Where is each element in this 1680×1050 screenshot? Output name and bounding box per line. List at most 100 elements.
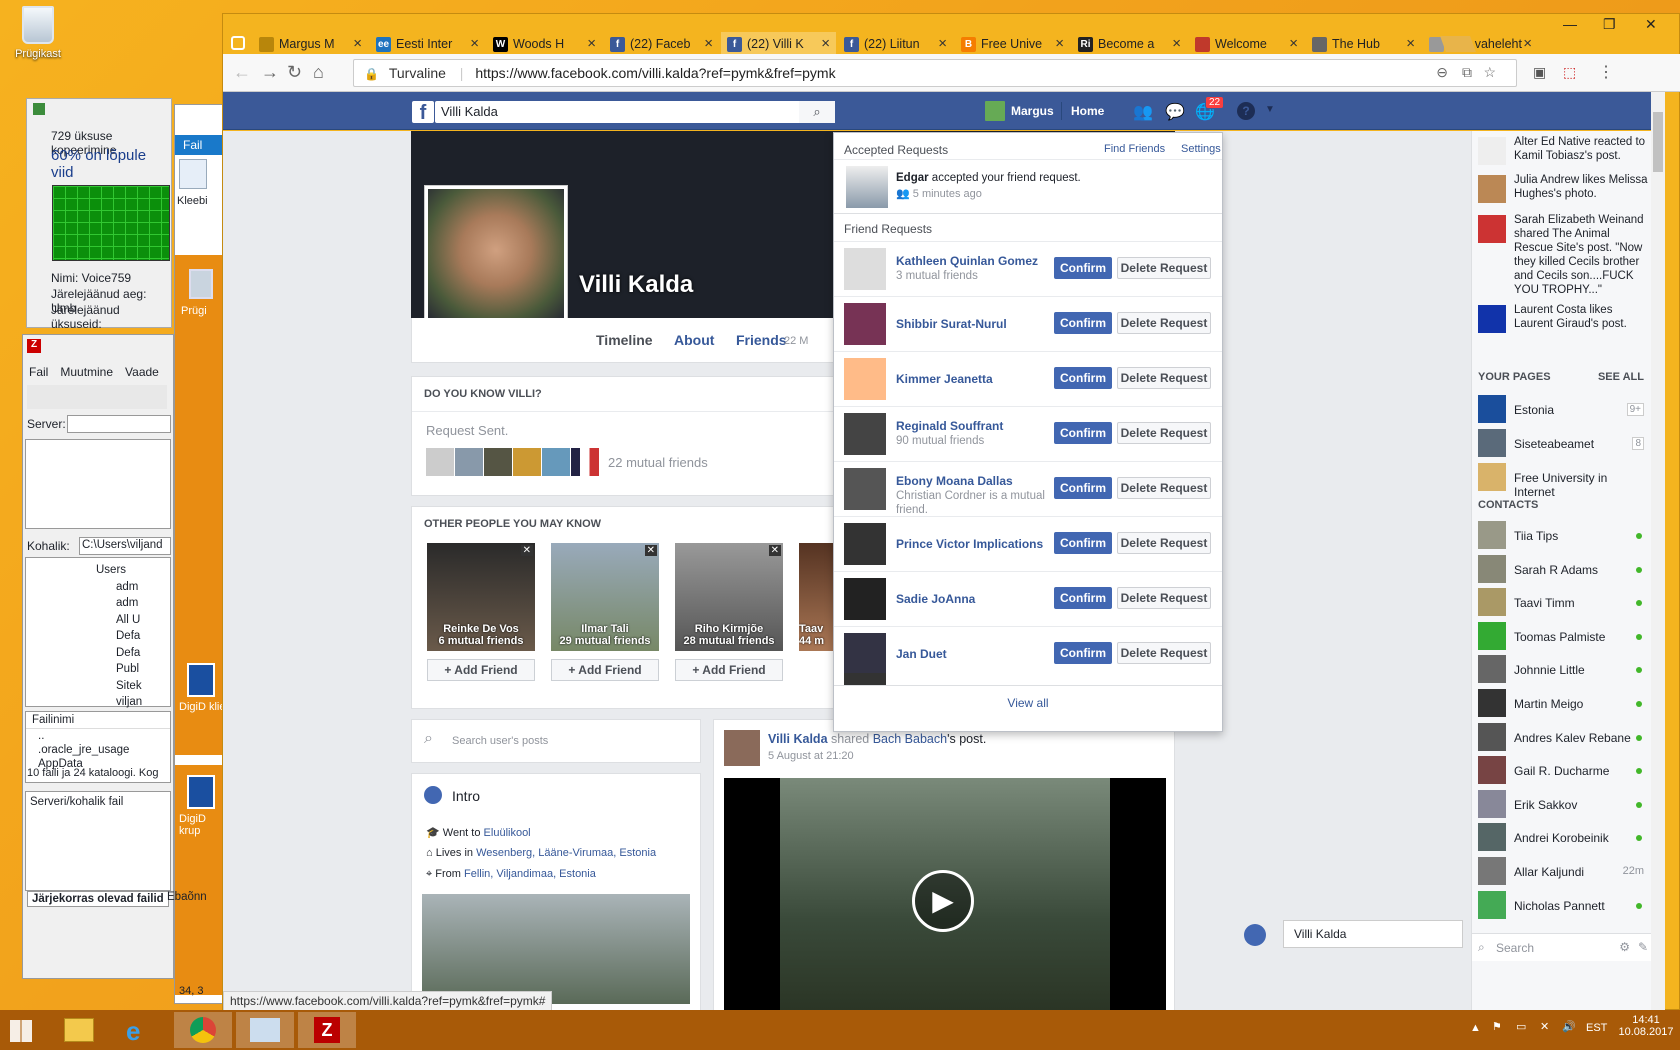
maximize-button[interactable]: ❐	[1603, 16, 1616, 33]
tray-icon[interactable]: ✕	[1540, 1020, 1549, 1033]
profile-picture[interactable]	[425, 186, 567, 328]
confirm-button[interactable]: Confirm	[1054, 477, 1112, 499]
delete-request-button[interactable]: Delete Request	[1117, 367, 1211, 389]
contact-item[interactable]: Andres Kalev Rebane	[1478, 722, 1648, 753]
ribbon-file-tab[interactable]: Fail	[175, 135, 229, 155]
close-tab-icon[interactable]: ×	[821, 35, 830, 52]
requester-name[interactable]: Kathleen Quinlan Gomez	[896, 254, 1038, 268]
taskbar-filezilla[interactable]: Z	[298, 1012, 356, 1048]
tray-icon[interactable]: ⚑	[1492, 1020, 1502, 1033]
volume-icon[interactable]: 🔊	[1562, 1020, 1576, 1033]
search-posts-card[interactable]: ⌕ Search user's posts	[411, 719, 701, 763]
ticker-item[interactable]: Alter Ed Native reacted to Kamil Tobiasz…	[1478, 135, 1648, 165]
taskbar-explorer[interactable]	[50, 1012, 108, 1048]
file-row[interactable]: .oracle_jre_usage	[26, 743, 170, 757]
add-friend-button[interactable]: + Add Friend	[551, 659, 659, 681]
pymk-name[interactable]: Reinke De Vos	[427, 623, 535, 635]
tree-item[interactable]: Defa	[96, 645, 170, 662]
post-author-avatar[interactable]	[724, 730, 760, 766]
requester-name[interactable]: Kimmer Jeanetta	[896, 372, 993, 386]
zoom-icon[interactable]: ⊖	[1436, 64, 1448, 81]
tab-friends[interactable]: Friends	[736, 332, 787, 348]
add-friend-button[interactable]: + Add Friend	[675, 659, 783, 681]
close-window-button[interactable]: ✕	[1645, 16, 1657, 33]
home-icon[interactable]: ⌂	[313, 62, 324, 83]
tab-queued[interactable]: Järjekorras olevad failid	[27, 891, 169, 907]
page-item[interactable]: Estonia 9+	[1478, 395, 1648, 425]
play-icon[interactable]: ▶	[912, 870, 974, 932]
close-tab-icon[interactable]: ×	[1406, 35, 1415, 52]
post-author[interactable]: Villi Kalda	[768, 732, 828, 746]
close-tab-icon[interactable]: ×	[1172, 35, 1181, 52]
close-tab-icon[interactable]: ×	[470, 35, 479, 52]
address-bar[interactable]: 🔒 Turvaline | https://www.facebook.com/v…	[353, 59, 1517, 87]
back-icon[interactable]: ←	[233, 62, 251, 83]
delete-request-button[interactable]: Delete Request	[1117, 532, 1211, 554]
contact-item[interactable]: Erik Sakkov	[1478, 789, 1648, 820]
fb-user-name[interactable]: Margus	[1011, 104, 1054, 118]
close-tab-icon[interactable]: ×	[938, 35, 947, 52]
avatar[interactable]	[844, 468, 886, 510]
tray-up-arrow-icon[interactable]: ▲	[1470, 1022, 1481, 1034]
requester-name[interactable]: Ebony Moana Dallas	[896, 474, 1013, 488]
paste-label[interactable]: Kleebi	[177, 195, 208, 207]
translate-icon[interactable]: ⧉	[1462, 64, 1472, 81]
page-item[interactable]: Siseteabeamet 8	[1478, 429, 1648, 459]
extension-icon[interactable]: ▣	[1533, 64, 1546, 81]
fb-home-link[interactable]: Home	[1071, 104, 1104, 118]
delete-request-button[interactable]: Delete Request	[1117, 587, 1211, 609]
delete-request-button[interactable]: Delete Request	[1117, 257, 1211, 279]
pymk-photo[interactable]: ✕ Riho Kirmjõe 28 mutual friends	[675, 543, 783, 651]
taskbar-ie[interactable]: e	[112, 1012, 170, 1048]
tab-about[interactable]: About	[674, 332, 714, 348]
confirm-button[interactable]: Confirm	[1054, 422, 1112, 444]
ticker-item[interactable]: Julia Andrew likes Melissa Hughes's phot…	[1478, 173, 1648, 203]
profile-name[interactable]: Villi Kalda	[579, 271, 693, 299]
tree-item[interactable]: All U	[96, 612, 170, 629]
new-tab-button[interactable]	[1440, 36, 1476, 52]
pymk-photo[interactable]: ✕ Reinke De Vos 6 mutual friends	[427, 543, 535, 651]
messages-icon[interactable]: 💬	[1165, 102, 1185, 122]
account-menu-icon[interactable]: ▼	[1265, 104, 1275, 115]
from-link[interactable]: Fellin, Viljandimaa, Estonia	[464, 868, 596, 880]
contact-item[interactable]: Tiia Tips	[1478, 521, 1648, 551]
windows-start-icon[interactable]	[10, 1020, 32, 1042]
tree-item[interactable]: Publ	[96, 661, 170, 678]
avatar[interactable]	[985, 101, 1005, 121]
scrollbar-thumb[interactable]	[1653, 112, 1663, 172]
friend-requests-icon[interactable]: 👥	[1133, 102, 1153, 122]
fb-logo-icon[interactable]: f	[412, 101, 434, 124]
chat-search-input[interactable]: Search	[1496, 941, 1534, 955]
ticker-item[interactable]: Laurent Costa likes Laurent Giraud's pos…	[1478, 303, 1648, 333]
avatar[interactable]	[844, 248, 886, 290]
delete-request-button[interactable]: Delete Request	[1117, 477, 1211, 499]
local-path-input[interactable]: C:\Users\viljand	[79, 537, 171, 555]
mutual-friends-count[interactable]: 22 mutual friends	[608, 455, 708, 470]
pymk-name[interactable]: Taav	[799, 623, 833, 635]
post-shared-from[interactable]: Bach Babach	[873, 732, 947, 746]
minimize-button[interactable]: —	[1563, 16, 1577, 32]
chat-globe-icon[interactable]	[1244, 924, 1266, 946]
tree-item[interactable]: adm	[96, 595, 170, 612]
col-filename[interactable]: Failinimi	[26, 712, 170, 729]
contact-item[interactable]: Johnnie Little	[1478, 655, 1648, 685]
contact-item[interactable]: Taavi Timm	[1478, 588, 1648, 618]
server-input[interactable]	[67, 415, 171, 433]
ticker-item[interactable]: Sarah Elizabeth Weinand shared The Anima…	[1478, 213, 1648, 297]
close-tab-icon[interactable]: ×	[353, 35, 362, 52]
clock[interactable]: 14:41 10.08.2017	[1618, 1014, 1674, 1038]
pymk-name[interactable]: Riho Kirmjõe	[675, 623, 783, 635]
close-tab-icon[interactable]: ×	[587, 35, 596, 52]
tab-timeline[interactable]: Timeline	[596, 332, 653, 348]
chat-tab[interactable]: Villi Kalda	[1283, 920, 1463, 948]
contact-item[interactable]: Sarah R Adams	[1478, 554, 1648, 585]
avatar[interactable]	[844, 303, 886, 345]
confirm-button[interactable]: Confirm	[1054, 642, 1112, 664]
add-friend-button[interactable]: + Add Friend	[427, 659, 535, 681]
contact-item[interactable]: Gail R. Ducharme	[1478, 756, 1648, 786]
pymk-name[interactable]: Ilmar Tali	[551, 623, 659, 635]
avatar[interactable]	[844, 523, 886, 565]
taskbar-chrome[interactable]	[174, 1012, 232, 1048]
close-tab-icon[interactable]: ×	[1523, 35, 1532, 52]
requester-name[interactable]: Shibbir Surat-Nurul	[896, 317, 1007, 331]
